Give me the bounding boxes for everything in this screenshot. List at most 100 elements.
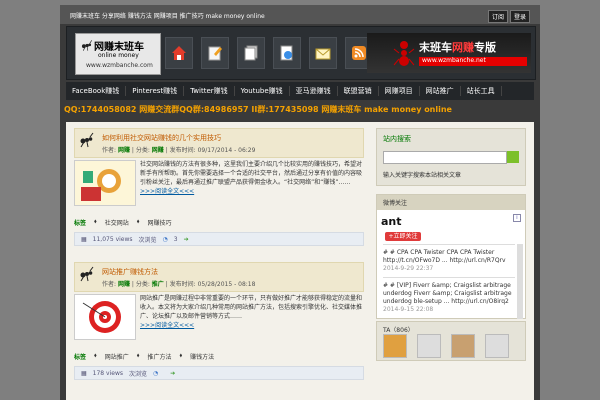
post-author-label: 作者: xyxy=(102,147,117,154)
search-title: 站内搜索 xyxy=(383,135,411,143)
avatar[interactable] xyxy=(383,334,407,358)
menu-item-twitter[interactable]: Twitter赚钱 xyxy=(184,86,235,96)
documents-icon[interactable] xyxy=(237,37,265,69)
weibo-widget: 微博关注 ant +立即关注 i # # CPA CPA Twister CPA… xyxy=(376,194,526,319)
menu-item-promotion[interactable]: 网站推广 xyxy=(420,86,461,96)
info-icon[interactable]: i xyxy=(513,214,521,222)
home-icon[interactable] xyxy=(165,37,193,69)
tag-link[interactable]: 网站推广 xyxy=(105,352,129,361)
post-tags: 标签 ⬧ 社交网站 ⬧ 网赚技巧 xyxy=(74,216,364,228)
logo-title: 网赚末班车 xyxy=(94,42,144,53)
views-icon: ▦ xyxy=(81,235,87,243)
tag-link[interactable]: 赚钱方法 xyxy=(190,352,214,361)
edit-icon[interactable] xyxy=(201,37,229,69)
avatar[interactable] xyxy=(417,334,441,358)
ant-banner-icon xyxy=(393,41,415,66)
follow-button[interactable]: +立即关注 xyxy=(385,232,421,241)
tag-icon: ⬧ xyxy=(136,218,140,225)
banner-title-c: 专版 xyxy=(474,41,496,54)
post-category-label: 分类: xyxy=(135,147,150,154)
site-logo[interactable]: 网赚末班车 online money www.wzmbanche.com xyxy=(75,33,161,75)
menu-item-facebook[interactable]: FaceBook赚钱 xyxy=(66,86,127,96)
post-body: 网站推广是网赚过程中非常重要的一个环节，只有做好推广才能够获得稳定的流量和收入。… xyxy=(74,292,364,348)
menu-item-youtube[interactable]: Youtube赚钱 xyxy=(235,86,290,96)
comment-icon[interactable]: ◔ xyxy=(153,370,158,377)
menu-item-affiliate[interactable]: 联盟营销 xyxy=(338,86,379,96)
contact-ticker: QQ:1744058082 网赚交流群QQ群:84986957 II群:1774… xyxy=(64,105,452,114)
logo-url: www.wzmbanche.com xyxy=(86,62,153,69)
post-author-label: 作者: xyxy=(102,281,117,288)
ant-logo-icon xyxy=(81,40,92,51)
post-category[interactable]: 推广 xyxy=(152,281,164,288)
arrow-right-icon[interactable]: ➔ xyxy=(184,236,189,243)
post-header: 网站推广赚钱方法 作者: 网赚 | 分类: 推广 | 发布时间: 05/28/2… xyxy=(74,262,364,292)
logo-subtitle: online money xyxy=(98,52,139,59)
header-banner[interactable]: 末班车网赚专版 www.wzmbanche.net xyxy=(367,33,531,73)
mail-icon[interactable] xyxy=(309,37,337,69)
post-excerpt-text: 社交网站赚钱的方法有很多种，这里我们主要介绍几个比较实用的赚钱技巧，希望对新手有… xyxy=(140,161,363,186)
post-category[interactable]: 网赚 xyxy=(152,147,164,154)
post-thumbnail[interactable] xyxy=(74,160,136,206)
post-title[interactable]: 网站推广赚钱方法 xyxy=(102,267,158,277)
page-wrapper: 网赚末班车 分享网络 赚钱方法 网赚项目 推广技巧 make money onl… xyxy=(60,5,540,400)
post-tags: 标签 ⬧ 网站推广 ⬧ 推广方法 ⬧ 赚钱方法 xyxy=(74,350,364,362)
post-meta: 作者: 网赚 | 分类: 推广 | 发布时间: 05/28/2015 - 08:… xyxy=(102,281,256,288)
follow-box: ant +立即关注 i xyxy=(377,210,525,244)
post-stats: ▦ 11,075 views 次浏览 ◔ 3 ➔ xyxy=(74,232,364,246)
ant-brand-icon: ant xyxy=(381,215,402,228)
sidebar: 站内搜索 输入关键字搜索本站相关文章 微博关注 ant +立即关注 i # # … xyxy=(376,128,526,361)
avatar-list xyxy=(383,334,509,358)
feed-time: 2014-9-15 22:08 xyxy=(383,306,434,313)
search-button[interactable] xyxy=(507,151,519,163)
post-date-label: 发布时间: xyxy=(169,147,196,154)
avatar[interactable] xyxy=(451,334,475,358)
globe-page-icon[interactable] xyxy=(273,37,301,69)
menu-item-tools[interactable]: 站长工具 xyxy=(461,86,502,96)
followers-widget: TA（806） xyxy=(376,321,526,361)
post-date: 05/28/2015 - 08:18 xyxy=(197,281,256,288)
feed-scrollbar[interactable] xyxy=(517,244,523,319)
post-author[interactable]: 网赚 xyxy=(118,281,130,288)
views-icon: ▦ xyxy=(81,369,87,377)
menu-item-projects[interactable]: 网赚项目 xyxy=(379,86,420,96)
post-meta: 作者: 网赚 | 分类: 网赚 | 发布时间: 09/17/2014 - 06:… xyxy=(102,147,256,154)
header-nav-icons xyxy=(165,37,373,69)
read-more-link[interactable]: >>>阅读全文<<< xyxy=(140,321,364,330)
svg-text:ant: ant xyxy=(381,215,402,228)
top-links: 订阅 登录 xyxy=(487,10,530,23)
post-excerpt-text: 网站推广是网赚过程中非常重要的一个环节，只有做好推广才能够获得稳定的流量和收入。… xyxy=(140,295,363,320)
read-more-link[interactable]: >>>阅读全文<<< xyxy=(140,187,364,196)
post-author[interactable]: 网赚 xyxy=(118,147,130,154)
menu-item-amazon[interactable]: 亚马逊赚钱 xyxy=(290,86,338,96)
post-excerpt: 社交网站赚钱的方法有很多种，这里我们主要介绍几个比较实用的赚钱技巧，希望对新手有… xyxy=(140,160,364,196)
comment-count[interactable]: 3 xyxy=(174,236,178,243)
post-thumbnail[interactable] xyxy=(74,294,136,340)
views-count: 178 views xyxy=(92,369,123,377)
comment-icon[interactable]: ◔ xyxy=(163,236,168,243)
tag-link[interactable]: 网赚技巧 xyxy=(147,218,171,227)
subscribe-link[interactable]: 订阅 xyxy=(487,10,508,23)
feed-text[interactable]: # # [VIP] Fiverr &amp; Craigslist arbitr… xyxy=(383,282,515,306)
site-tagline: 网赚末班车 分享网络 赚钱方法 网赚项目 推广技巧 make money onl… xyxy=(70,13,265,20)
search-input[interactable] xyxy=(383,151,507,164)
arrow-right-icon[interactable]: ➔ xyxy=(170,370,175,377)
tag-link[interactable]: 社交网站 xyxy=(105,218,129,227)
menu-item-pinterest[interactable]: Pinterest赚钱 xyxy=(126,86,185,96)
post-title[interactable]: 如何利用社交网站赚钱的几个实用技巧 xyxy=(102,133,221,143)
login-link[interactable]: 登录 xyxy=(509,10,530,23)
tag-link[interactable]: 推广方法 xyxy=(147,352,171,361)
top-bar: 网赚末班车 分享网络 赚钱方法 网赚项目 推广技巧 make money onl… xyxy=(60,5,540,24)
main-menu: FaceBook赚钱 Pinterest赚钱 Twitter赚钱 Youtube… xyxy=(66,82,534,100)
tag-icon: ⬧ xyxy=(94,218,97,225)
post-excerpt: 网站推广是网赚过程中非常重要的一个环节，只有做好推广才能够获得稳定的流量和收入。… xyxy=(140,294,364,330)
weibo-title: 微博关注 xyxy=(377,195,525,210)
feed-item: # # [VIP] Fiverr &amp; Craigslist arbitr… xyxy=(383,277,515,318)
tag-icon: ⬧ xyxy=(136,352,140,359)
views-suffix: 次浏览 xyxy=(138,236,157,244)
feed-text[interactable]: # # CPA CPA Twister CPA CPA Twister http… xyxy=(383,249,515,265)
avatar[interactable] xyxy=(485,334,509,358)
post-body: 社交网站赚钱的方法有很多种，这里我们主要介绍几个比较实用的赚钱技巧，希望对新手有… xyxy=(74,158,364,214)
post-item: 网站推广赚钱方法 作者: 网赚 | 分类: 推广 | 发布时间: 05/28/2… xyxy=(74,262,364,380)
post-header: 如何利用社交网站赚钱的几个实用技巧 作者: 网赚 | 分类: 网赚 | 发布时间… xyxy=(74,128,364,158)
feed-item: # # CPA CPA Twister CPA CPA Twister http… xyxy=(383,244,515,277)
